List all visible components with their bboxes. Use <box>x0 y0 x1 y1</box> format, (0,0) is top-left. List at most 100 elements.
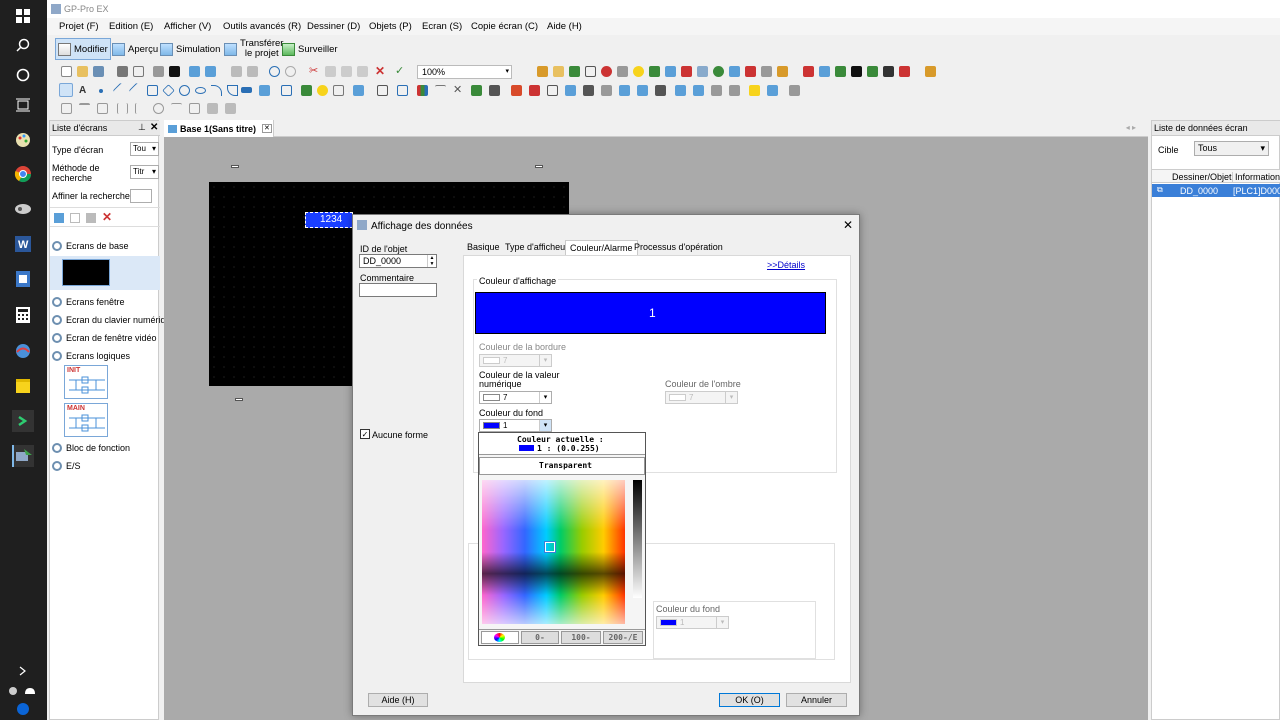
chrome-icon[interactable] <box>12 163 34 185</box>
menu-dessiner[interactable]: Dessiner (D) <box>307 21 360 32</box>
object-icon[interactable] <box>693 85 704 96</box>
object-icon[interactable] <box>649 66 660 77</box>
object-icon[interactable] <box>633 66 644 77</box>
object-icon[interactable] <box>619 85 630 96</box>
resize-handle[interactable] <box>535 165 543 168</box>
bar-chart-icon[interactable] <box>417 85 428 96</box>
tree-keypad-screen[interactable]: Ecran du clavier numériq <box>52 315 166 325</box>
tree-base-screens[interactable]: Ecrans de base <box>52 241 129 251</box>
object-icon[interactable] <box>583 85 594 96</box>
object-icon[interactable] <box>729 85 740 96</box>
screen-type-select[interactable]: Tou ▾ <box>130 142 159 156</box>
column-object[interactable]: Dessiner/Objet <box>1172 172 1232 182</box>
text-icon[interactable]: A <box>79 85 90 96</box>
menu-copie-ecran[interactable]: Copie écran (C) <box>471 21 538 32</box>
table-icon[interactable] <box>259 85 270 96</box>
tree-io[interactable]: E/S <box>52 461 81 471</box>
logic-init-thumbnail[interactable]: INIT <box>64 365 108 399</box>
bluetooth-icon[interactable] <box>12 698 34 720</box>
delete-icon[interactable]: ✕ <box>375 65 386 77</box>
object-icon[interactable] <box>601 85 612 96</box>
object-icon[interactable] <box>655 85 666 96</box>
close-dialog-icon[interactable]: ✕ <box>843 218 853 232</box>
tab-scroll-icon[interactable]: ◂ ▸ <box>1126 123 1136 132</box>
search-icon[interactable] <box>12 34 34 56</box>
paste-screen-icon[interactable] <box>86 213 96 223</box>
pin-icon[interactable]: ⊥ <box>138 122 146 133</box>
open-icon[interactable] <box>77 66 88 77</box>
zoom-select[interactable]: 100% ▾ <box>417 65 512 79</box>
menu-afficher[interactable]: Afficher (V) <box>164 21 211 32</box>
resize-handle[interactable] <box>235 398 243 401</box>
alarm-background-color-select[interactable]: 1 ▾ <box>656 616 729 629</box>
object-icon[interactable] <box>867 66 878 77</box>
delete-screen-icon[interactable]: ✕ <box>102 210 112 224</box>
shadow-color-select[interactable]: 7 ▾ <box>665 391 738 404</box>
cut-icon[interactable]: ✂ <box>309 66 320 77</box>
object-icon[interactable] <box>835 66 846 77</box>
select-pointer-icon[interactable] <box>59 83 73 97</box>
object-icon[interactable] <box>637 85 648 96</box>
align-icon[interactable] <box>97 103 108 114</box>
rectangle-icon[interactable] <box>147 85 158 96</box>
modify-button[interactable]: Modifier <box>55 38 111 60</box>
word-icon[interactable]: W <box>12 233 34 255</box>
base-screen-thumbnail-row[interactable] <box>50 256 160 290</box>
border-color-select[interactable]: 7 ▾ <box>479 354 552 367</box>
object-icon[interactable] <box>899 66 910 77</box>
grayscale-bar[interactable] <box>633 480 642 598</box>
object-icon[interactable] <box>729 66 740 77</box>
line-icon[interactable] <box>112 82 129 99</box>
screen-list-icon[interactable] <box>205 66 216 77</box>
tab-type-afficheur[interactable]: Type d'afficheur <box>501 240 572 255</box>
polyline-icon[interactable] <box>128 82 145 99</box>
print-preview-icon[interactable] <box>133 66 144 77</box>
ellipse-icon[interactable] <box>195 87 206 94</box>
palette-tab-200[interactable]: 200-/E <box>603 631 643 644</box>
paint-icon[interactable] <box>12 129 34 151</box>
sticky-notes-icon[interactable] <box>12 375 34 397</box>
resize-handle[interactable] <box>231 165 239 168</box>
object-icon[interactable] <box>713 66 724 77</box>
align-left-icon[interactable] <box>61 103 72 114</box>
target-select[interactable]: Tous ▾ <box>1194 141 1269 156</box>
object-icon[interactable] <box>851 66 862 77</box>
check-icon[interactable]: ✓ <box>395 66 406 77</box>
search-method-select[interactable]: Titr ▾ <box>130 165 159 179</box>
object-icon[interactable] <box>675 85 686 96</box>
distribute-icon[interactable] <box>135 103 146 114</box>
tree-function-block[interactable]: Bloc de fonction <box>52 443 130 453</box>
tab-couleur-alarme[interactable]: Couleur/Alarme <box>565 240 638 255</box>
menu-objets[interactable]: Objets (P) <box>369 21 412 32</box>
refine-search-input[interactable] <box>130 189 152 203</box>
capture-icon[interactable] <box>169 66 180 77</box>
monitor-button[interactable]: Surveiller <box>280 38 340 60</box>
cross-icon[interactable]: ✕ <box>453 85 464 96</box>
redo-icon[interactable] <box>285 66 296 77</box>
object-icon[interactable] <box>697 66 708 77</box>
chevron-right-icon[interactable] <box>12 660 34 682</box>
cortana-icon[interactable] <box>12 64 34 86</box>
tab-basique[interactable]: Basique <box>463 240 504 255</box>
tab-processus-operation[interactable]: Processus d'opération <box>630 240 727 255</box>
sector-icon[interactable] <box>227 85 238 96</box>
group-icon[interactable] <box>153 103 164 114</box>
object-icon[interactable] <box>761 66 772 77</box>
menu-edition[interactable]: Edition (E) <box>109 21 153 32</box>
copy-screen-icon[interactable] <box>70 213 80 223</box>
disabled-icon[interactable] <box>247 66 258 77</box>
close-panel-icon[interactable]: ✕ <box>150 122 158 133</box>
tab-base-1[interactable]: Base 1(Sans titre) ✕ <box>164 120 274 137</box>
preview-button[interactable]: Aperçu <box>110 38 160 60</box>
windows-start-icon[interactable] <box>12 5 34 27</box>
object-icon[interactable] <box>925 66 936 77</box>
object-id-input[interactable]: DD_0000 ▲ ▼ <box>359 254 437 268</box>
palette-tab-spectrum[interactable] <box>481 631 519 644</box>
color-grid[interactable] <box>482 480 625 624</box>
background-color-select[interactable]: 1 ▾ <box>479 419 552 432</box>
ok-button[interactable]: OK (O) <box>719 693 780 707</box>
data-display-object[interactable]: 1234 <box>305 212 353 228</box>
comment-input[interactable] <box>359 283 437 297</box>
object-icon[interactable] <box>749 85 760 96</box>
object-icon[interactable] <box>537 66 548 77</box>
